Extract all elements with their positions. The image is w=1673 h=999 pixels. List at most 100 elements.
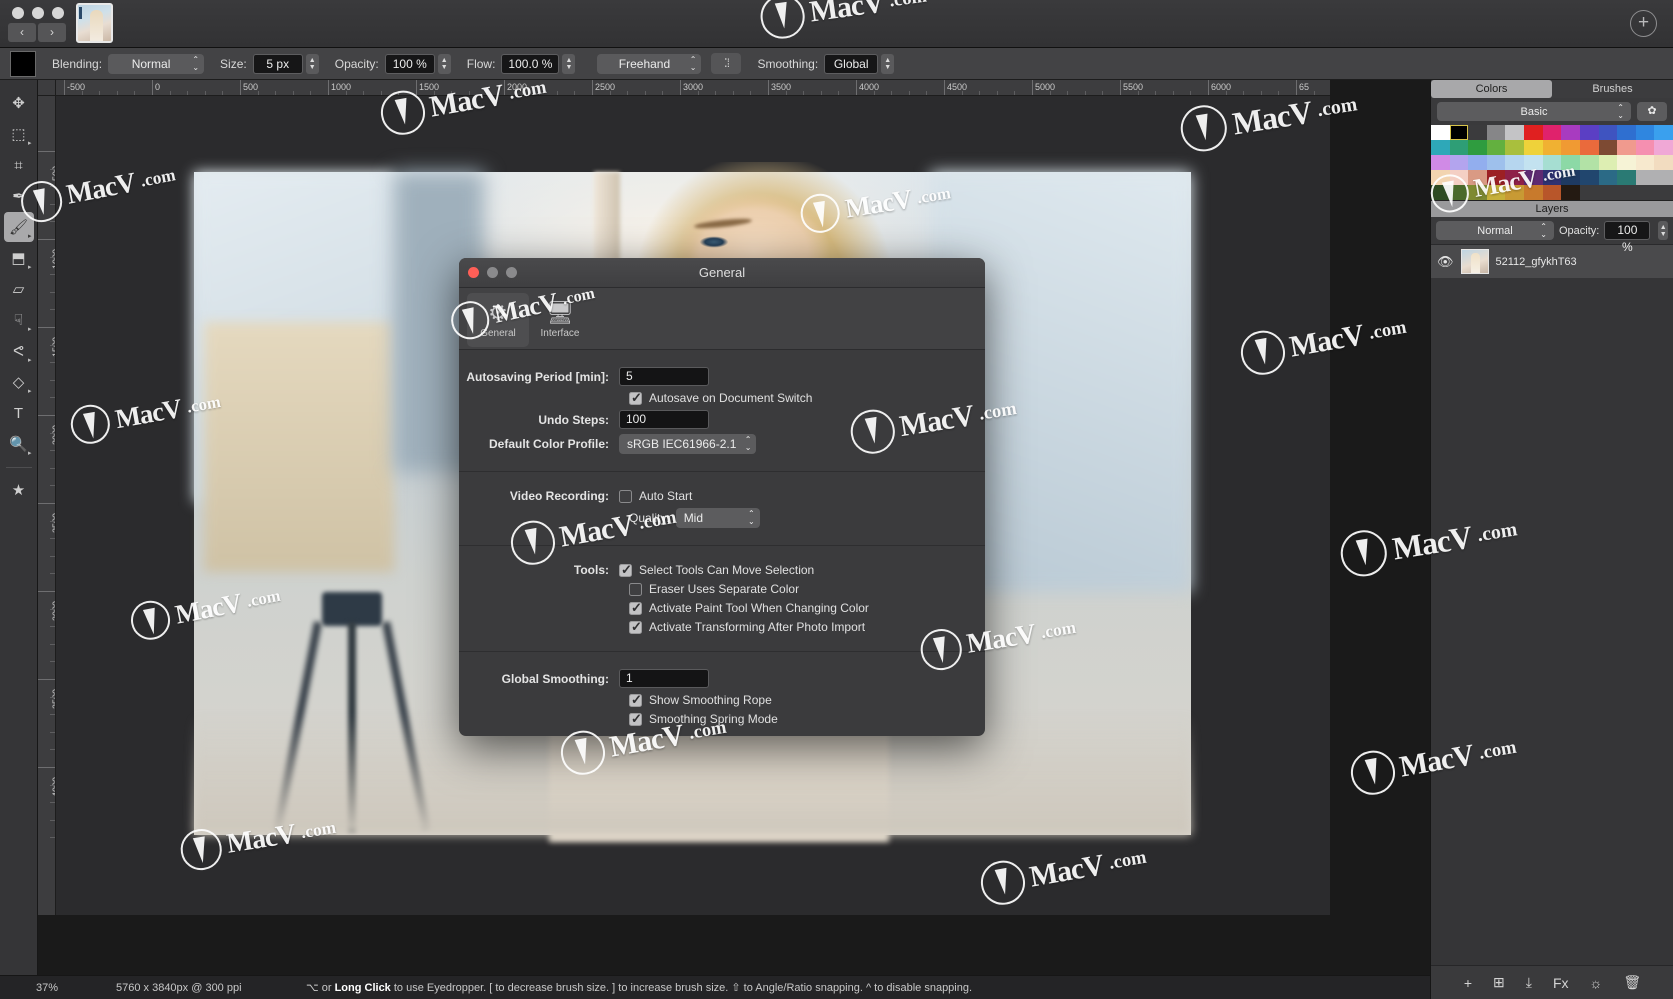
color-swatch[interactable] bbox=[1449, 140, 1469, 155]
eyedropper-tool[interactable]: ✒ bbox=[4, 181, 34, 211]
checkbox[interactable] bbox=[629, 390, 642, 406]
checkbox[interactable] bbox=[619, 562, 632, 578]
vertical-ruler[interactable]: 500 1000 1500 2000 2500 3000 3500 4000 bbox=[38, 96, 56, 915]
layer-blend-mode-select[interactable]: Normal ⌃ ⌄ bbox=[1436, 221, 1554, 240]
checkbox[interactable] bbox=[629, 619, 642, 635]
preferences-tab-general[interactable]: ⚙ General bbox=[467, 293, 529, 347]
checkbox-row[interactable]: Eraser Uses Separate Color bbox=[459, 582, 985, 596]
color-swatch[interactable] bbox=[1617, 125, 1636, 140]
select-dropdown[interactable]: sRGB IEC61966-2.1 ⌃ ⌄ bbox=[619, 434, 757, 454]
minimize-window-button[interactable] bbox=[32, 7, 44, 19]
crop-tool[interactable]: ⌗ bbox=[4, 150, 34, 180]
color-swatch[interactable] bbox=[1542, 140, 1562, 155]
color-swatch[interactable] bbox=[1524, 125, 1543, 140]
color-swatch[interactable] bbox=[1654, 155, 1673, 170]
forward-button[interactable]: › bbox=[38, 23, 66, 42]
checkbox-row[interactable]: Activate Transforming After Photo Import bbox=[459, 619, 985, 635]
color-swatch[interactable] bbox=[1635, 155, 1655, 170]
eye-icon[interactable]: 👁 bbox=[1437, 254, 1454, 270]
smoothing-stepper[interactable]: ▲ ▼ bbox=[881, 53, 895, 74]
checkbox-row[interactable]: Show Smoothing Rope bbox=[459, 692, 985, 708]
color-swatch[interactable] bbox=[1561, 185, 1580, 200]
color-swatch[interactable] bbox=[1561, 125, 1580, 140]
panel-tab-brushes[interactable]: Brushes bbox=[1552, 80, 1673, 98]
select-dropdown[interactable]: Mid ⌃ ⌄ bbox=[675, 508, 760, 528]
color-swatch[interactable] bbox=[1617, 185, 1636, 200]
color-swatch[interactable] bbox=[1449, 125, 1469, 140]
zoom-tool[interactable]: 🔍 ▸ bbox=[4, 429, 34, 459]
stroke-mode-select[interactable]: Freehand ⌃ ⌄ bbox=[597, 53, 702, 74]
effects-icon[interactable]: Fx bbox=[1553, 975, 1569, 991]
close-window-button[interactable] bbox=[12, 7, 24, 19]
opacity-input[interactable]: 100 % bbox=[384, 53, 435, 74]
color-swatch[interactable] bbox=[1598, 170, 1618, 185]
color-swatch[interactable] bbox=[1635, 125, 1655, 140]
preferences-minimize-button[interactable] bbox=[487, 267, 498, 278]
color-swatch[interactable] bbox=[1561, 140, 1580, 155]
preferences-close-button[interactable] bbox=[468, 267, 479, 278]
color-swatch[interactable] bbox=[1468, 185, 1487, 200]
color-swatch[interactable] bbox=[1654, 140, 1673, 155]
color-swatch[interactable] bbox=[1524, 140, 1543, 155]
color-swatch[interactable] bbox=[1468, 125, 1487, 140]
layer-opacity-stepper[interactable]: ▲ ▼ bbox=[1658, 221, 1668, 240]
color-swatch[interactable] bbox=[1505, 125, 1525, 140]
color-swatch[interactable] bbox=[1468, 155, 1487, 170]
blending-mode-select[interactable]: Normal ⌃ ⌄ bbox=[108, 53, 205, 74]
blur-tool[interactable]: ᕙ ▸ bbox=[4, 336, 34, 366]
color-swatch[interactable] bbox=[1486, 140, 1506, 155]
back-button[interactable]: ‹ bbox=[8, 23, 36, 42]
new-document-button[interactable]: + bbox=[1630, 10, 1657, 37]
checkbox[interactable] bbox=[629, 692, 642, 708]
preferences-maximize-button[interactable] bbox=[506, 267, 517, 278]
add-layer-icon[interactable]: + bbox=[1464, 975, 1472, 991]
color-swatch[interactable] bbox=[1505, 155, 1525, 170]
color-swatch[interactable] bbox=[1542, 185, 1562, 200]
marquee-select-tool[interactable]: ⬚ ▸ bbox=[4, 119, 34, 149]
smudge-tool[interactable]: ☟ ▸ bbox=[4, 305, 34, 335]
text-input[interactable]: 100 bbox=[619, 410, 709, 429]
color-swatch[interactable] bbox=[1542, 170, 1562, 185]
ruler-corner[interactable] bbox=[38, 80, 56, 96]
adjustments-icon[interactable]: ☼ bbox=[1590, 975, 1603, 991]
checkbox-row[interactable]: Tools: Select Tools Can Move Selection bbox=[459, 562, 985, 578]
delete-layer-icon[interactable]: 🗑 bbox=[1623, 974, 1641, 991]
color-swatch[interactable] bbox=[1579, 170, 1599, 185]
eraser-tool[interactable]: ▱ bbox=[4, 274, 34, 304]
color-swatch[interactable] bbox=[1524, 155, 1543, 170]
color-swatch[interactable] bbox=[1579, 185, 1599, 200]
foreground-color-swatch[interactable] bbox=[10, 50, 36, 77]
color-swatch[interactable] bbox=[1542, 125, 1562, 140]
favorites-tool[interactable]: ★ bbox=[4, 475, 34, 505]
clone-stamp-tool[interactable]: ⬒ ▸ bbox=[4, 243, 34, 273]
checkbox[interactable] bbox=[619, 489, 632, 503]
color-swatch[interactable] bbox=[1635, 185, 1655, 200]
maximize-window-button[interactable] bbox=[52, 7, 64, 19]
smoothing-input[interactable]: Global bbox=[824, 53, 879, 74]
color-swatch[interactable] bbox=[1598, 155, 1618, 170]
color-swatch[interactable] bbox=[1486, 170, 1506, 185]
color-swatch[interactable] bbox=[1635, 170, 1655, 185]
add-group-icon[interactable]: ⊞ bbox=[1493, 974, 1505, 991]
stroke-options-button[interactable]: ⁚⁞ bbox=[711, 53, 742, 74]
checkbox-row[interactable]: Smoothing Spring Mode bbox=[459, 711, 985, 727]
color-swatch[interactable] bbox=[1505, 185, 1525, 200]
color-swatch[interactable] bbox=[1654, 125, 1673, 140]
color-swatch[interactable] bbox=[1505, 140, 1525, 155]
color-swatch[interactable] bbox=[1617, 140, 1636, 155]
color-swatch[interactable] bbox=[1431, 170, 1450, 185]
color-swatch[interactable] bbox=[1486, 185, 1506, 200]
text-input[interactable]: 5 bbox=[619, 367, 709, 386]
color-swatch[interactable] bbox=[1579, 140, 1599, 155]
brush-tool[interactable]: 🖌 ▸ bbox=[3, 212, 34, 242]
brush-size-stepper[interactable]: ▲ ▼ bbox=[305, 53, 319, 74]
color-swatch[interactable] bbox=[1579, 155, 1599, 170]
color-preset-select[interactable]: Basic ⌃ ⌄ bbox=[1437, 102, 1631, 121]
color-swatch[interactable] bbox=[1598, 185, 1618, 200]
color-swatch[interactable] bbox=[1524, 170, 1543, 185]
horizontal-ruler[interactable]: -500 0 500 1000 1500 2000 2500 3000 3500 4000 4500… bbox=[56, 80, 1330, 96]
document-thumbnail[interactable] bbox=[76, 3, 113, 43]
color-swatch[interactable] bbox=[1579, 125, 1599, 140]
checkbox[interactable] bbox=[629, 600, 642, 616]
color-swatch[interactable] bbox=[1505, 170, 1525, 185]
